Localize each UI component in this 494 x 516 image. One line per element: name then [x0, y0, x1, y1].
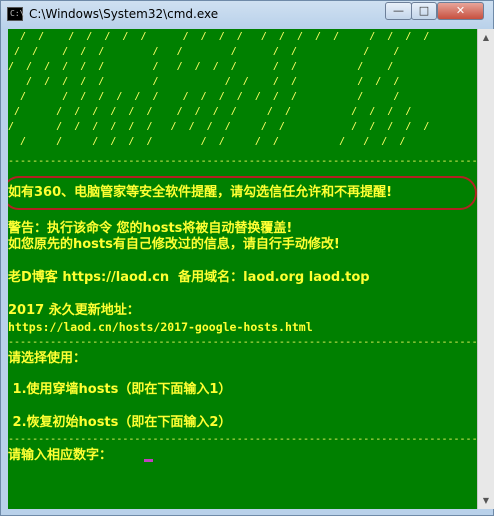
update-url: https://laod.cn/hosts/2017-google-hosts.…: [8, 320, 313, 334]
scroll-down-arrow-icon[interactable]: ▼: [478, 492, 494, 509]
separator-line: ----------------------------------------…: [8, 338, 477, 348]
update-address-label: 2017 永久更新地址：: [8, 303, 140, 318]
hosts-ascii-art: / / / / / / / / / / / / / / / / / / / / …: [8, 31, 430, 147]
vertical-scrollbar[interactable]: ▲ ▼: [477, 29, 494, 509]
app-icon-text: C:\: [10, 9, 25, 18]
separator-line: ----------------------------------------…: [8, 435, 477, 445]
maximize-button[interactable]: □: [411, 2, 437, 20]
scroll-up-arrow-icon[interactable]: ▲: [478, 29, 494, 46]
manual-edit-notice: 如您原先的hosts有自己修改过的信息，请自行手动修改!: [8, 237, 340, 252]
window-title: C:\Windows\System32\cmd.exe: [29, 7, 219, 21]
minimize-button[interactable]: —: [385, 2, 412, 20]
choose-prompt: 请选择使用：: [8, 351, 87, 366]
blog-info: 老D博客 https://laod.cn 备用域名：laod.org laod.…: [8, 270, 370, 285]
console-output[interactable]: / / / / / / / / / / / / / / / / / / / / …: [8, 29, 477, 509]
security-software-warning: 如有360、电脑管家等安全软件提醒，请勾选信任允许和不再提醒!: [8, 185, 393, 200]
overwrite-warning: 警告：执行该命令 您的hosts将被自动替换覆盖!: [8, 221, 293, 236]
cmd-window: C:\ C:\Windows\System32\cmd.exe — □ ✕ / …: [0, 0, 494, 516]
option-1: 1.使用穿墙hosts（即在下面输入1）: [8, 382, 232, 397]
option-2: 2.恢复初始hosts（即在下面输入2）: [8, 415, 232, 430]
separator-line: ----------------------------------------…: [8, 157, 477, 167]
cmd-app-icon[interactable]: C:\: [7, 7, 25, 21]
close-button[interactable]: ✕: [437, 2, 484, 20]
input-prompt: 请输入相应数字：: [8, 448, 113, 463]
text-cursor[interactable]: [144, 459, 153, 462]
title-bar[interactable]: C:\ C:\Windows\System32\cmd.exe — □ ✕: [1, 1, 493, 29]
